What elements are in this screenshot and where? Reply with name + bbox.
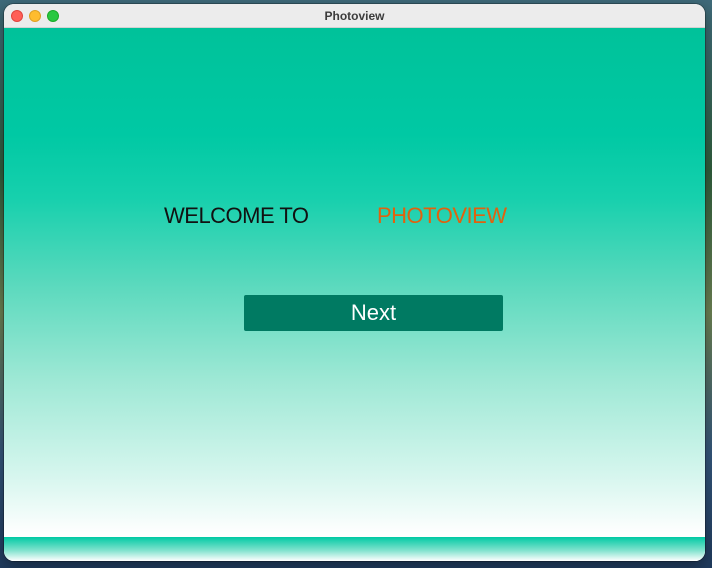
next-button[interactable]: Next xyxy=(244,295,503,331)
title-bar[interactable]: Photoview xyxy=(4,4,705,28)
bottom-band xyxy=(4,537,705,561)
welcome-screen: WELCOME TO PHOTOVIEW Next xyxy=(4,28,705,561)
app-window: Photoview WELCOME TO PHOTOVIEW Next xyxy=(4,4,705,561)
window-title: Photoview xyxy=(324,9,385,23)
app-name-text: PHOTOVIEW xyxy=(377,203,507,228)
welcome-text: WELCOME TO xyxy=(164,203,309,228)
